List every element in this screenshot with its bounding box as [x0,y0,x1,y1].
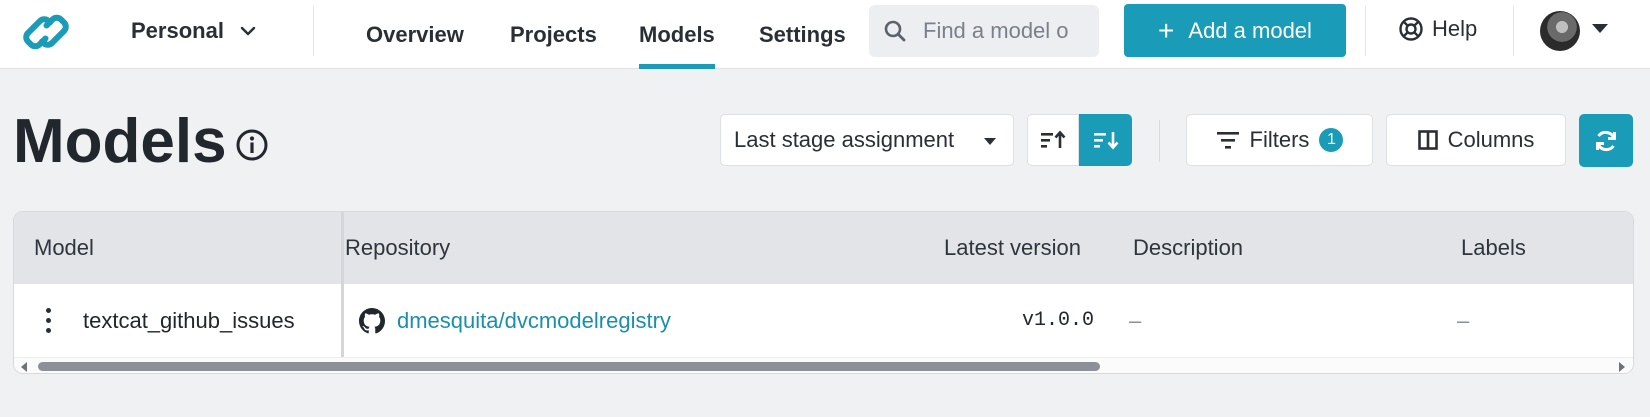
refresh-button[interactable] [1579,114,1633,167]
scrollbar-thumb[interactable] [38,362,1100,371]
logo-icon[interactable] [18,9,74,55]
sort-descending-button[interactable] [1079,114,1132,166]
add-model-label: Add a model [1188,17,1312,43]
horizontal-scrollbar[interactable] [14,357,1633,373]
workspace-name: Personal [131,18,224,43]
nav-link-overview[interactable]: Overview [366,0,464,69]
toolbar-divider [1159,120,1160,162]
column-header-model[interactable]: Model [34,212,94,284]
columns-icon [1417,130,1438,150]
column-header-labels[interactable]: Labels [1461,212,1526,284]
columns-button[interactable]: Columns [1386,114,1566,166]
nav-divider [313,6,314,56]
scroll-left-arrow-icon[interactable] [21,362,27,372]
column-header-latest-version[interactable]: Latest version [944,212,1081,284]
nav-link-projects[interactable]: Projects [510,0,597,69]
nav-link-models[interactable]: Models [639,0,715,69]
description-cell: – [1129,307,1142,333]
column-header-description[interactable]: Description [1133,212,1243,284]
nav-link-settings[interactable]: Settings [759,0,846,69]
sort-descending-icon [1093,132,1118,150]
help-link[interactable]: Help [1398,14,1477,44]
user-avatar[interactable] [1540,11,1580,51]
model-search[interactable] [869,5,1099,57]
help-lifebuoy-icon [1399,17,1423,41]
chevron-down-icon [240,26,256,36]
sort-ascending-icon [1041,130,1066,148]
nav-divider [1513,6,1514,56]
column-header-repository[interactable]: Repository [345,212,450,284]
sort-by-select[interactable]: Last stage assignment [720,114,1014,166]
filters-button[interactable]: Filters 1 [1186,114,1373,166]
sort-by-value: Last stage assignment [734,127,955,152]
add-model-button[interactable]: + Add a model [1124,4,1346,57]
repository-link[interactable]: dmesquita/dvcmodelregistry [397,308,671,334]
filters-count-badge: 1 [1319,128,1344,152]
page-title: Models [13,107,227,176]
table-row[interactable]: textcat_github_issues dmesquita/dvcmodel… [14,284,1633,357]
info-icon[interactable] [235,128,269,162]
search-input[interactable] [923,18,1083,44]
repository-cell[interactable]: dmesquita/dvcmodelregistry [359,284,671,357]
columns-label: Columns [1447,127,1535,152]
top-navigation-bar: Personal Overview Projects Models Settin… [0,0,1650,69]
filter-icon [1216,132,1239,149]
user-menu-caret-icon[interactable] [1592,24,1608,33]
caret-down-icon [984,138,996,145]
github-icon [359,307,385,333]
scroll-right-arrow-icon[interactable] [1619,362,1625,372]
models-table: Model Repository Latest version Descript… [13,211,1634,374]
kebab-menu-icon[interactable] [42,306,54,336]
search-icon [884,20,906,42]
nav-divider [1365,6,1366,56]
labels-cell: – [1457,307,1470,333]
sort-ascending-button[interactable] [1027,114,1079,166]
model-name-cell[interactable]: textcat_github_issues [83,284,295,357]
help-label: Help [1432,16,1478,41]
filters-label: Filters [1249,127,1310,152]
plus-icon: + [1158,14,1175,46]
latest-version-cell: v1.0.0 [1022,309,1095,332]
workspace-selector[interactable]: Personal [131,16,258,46]
refresh-icon [1596,130,1616,151]
table-header: Model Repository Latest version Descript… [14,212,1633,284]
